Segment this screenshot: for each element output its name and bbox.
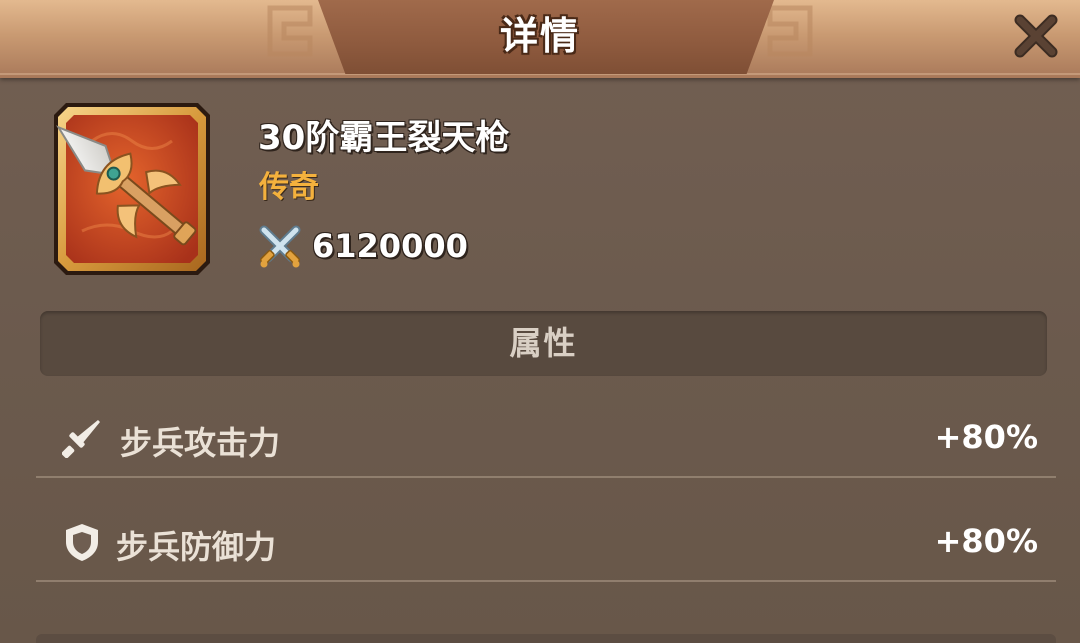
page-title: 详情	[499, 14, 580, 58]
attribute-value: +80%	[934, 418, 1038, 456]
attribute-name: 步兵攻击力	[120, 424, 281, 462]
divider	[36, 476, 1056, 478]
close-button[interactable]	[1010, 10, 1062, 62]
detail-panel: 详情 30阶霸王裂天枪 传奇 6120000 属性 步兵攻击力 +80% 步兵防…	[0, 0, 1080, 643]
close-icon	[1014, 14, 1058, 58]
crossed-swords-icon	[259, 225, 301, 268]
attribute-row: 步兵防御力 +80%	[36, 492, 1056, 592]
shield-icon	[66, 524, 98, 561]
item-rarity: 传奇	[259, 170, 319, 205]
section-title: 属性	[509, 324, 578, 362]
header-bar: 详情	[0, 0, 1080, 78]
item-icon	[54, 103, 210, 275]
attribute-name: 步兵防御力	[116, 528, 277, 566]
power-row: 6120000	[258, 224, 468, 268]
power-value: 6120000	[312, 227, 468, 265]
divider	[36, 580, 1056, 582]
attribute-value: +80%	[934, 522, 1038, 560]
sword-icon	[62, 420, 100, 458]
bottom-strip	[36, 634, 1056, 643]
item-name: 30阶霸王裂天枪	[258, 118, 510, 158]
attribute-row: 步兵攻击力 +80%	[36, 388, 1056, 488]
section-header: 属性	[40, 311, 1047, 376]
